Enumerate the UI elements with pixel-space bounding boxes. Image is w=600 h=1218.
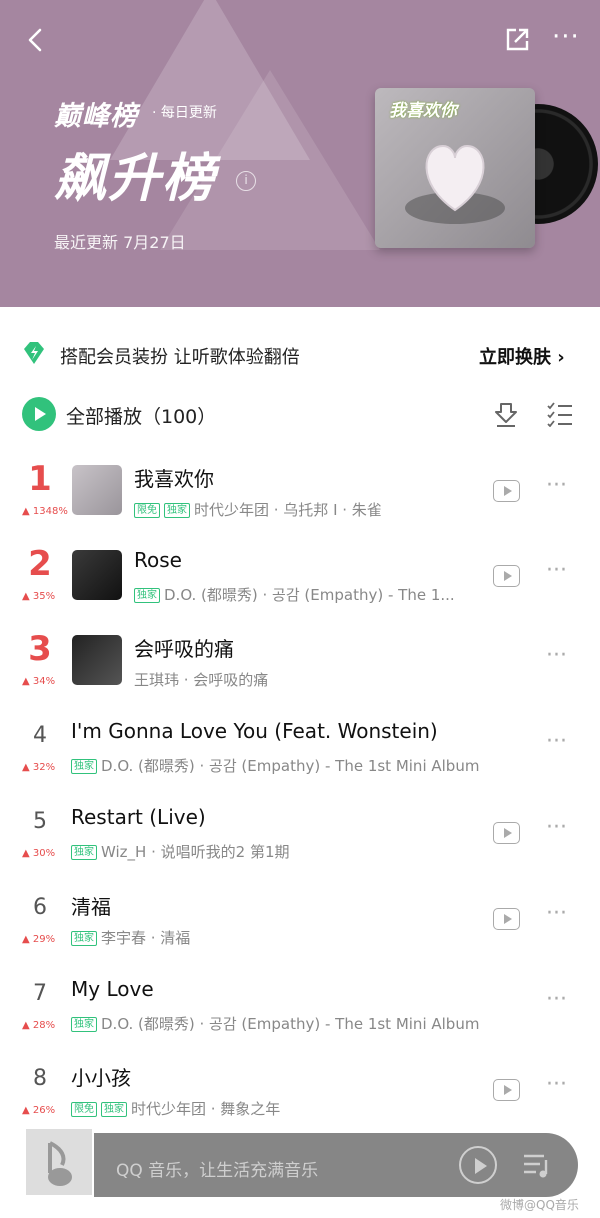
- song-title[interactable]: 小小孩: [71, 1062, 131, 1091]
- music-note-icon: [48, 1141, 72, 1186]
- song-title[interactable]: 清福: [71, 891, 111, 920]
- artist-album: 李宇春 · 清福: [101, 929, 191, 947]
- song-row[interactable]: 5 ▲ 30% Restart (Live) 独家 Wiz_H · 说唱听我的2 第1期…: [0, 805, 600, 891]
- chart-cover[interactable]: 我喜欢你: [375, 88, 535, 248]
- song-rank: 2: [28, 544, 52, 584]
- artist-album: 王琪玮 · 会呼吸的痛: [134, 671, 269, 689]
- song-rank: 8: [33, 1066, 47, 1091]
- info-icon[interactable]: i: [236, 171, 256, 191]
- trend-up-label: ▲ 35%: [22, 591, 56, 602]
- trend-up-label: ▲ 29%: [22, 934, 56, 945]
- green-gem-icon: [24, 342, 44, 364]
- song-meta: 限免 独家 时代少年团 · 舞象之年: [71, 1098, 280, 1119]
- more-options-icon[interactable]: ···: [546, 817, 576, 839]
- daily-update-label: · 每日更新: [152, 105, 217, 121]
- play-icon[interactable]: [459, 1146, 497, 1184]
- song-row[interactable]: 2 ▲ 35% Rose 独家 D.O. (都暻秀) · 공감 (Empathy) - …: [0, 544, 600, 634]
- song-title[interactable]: 会呼吸的痛: [134, 633, 234, 662]
- more-options-icon[interactable]: ···: [546, 903, 576, 925]
- change-skin-link[interactable]: 立即换肤 ›: [479, 343, 565, 369]
- multi-select-icon[interactable]: [546, 401, 574, 427]
- song-rank: 4: [33, 723, 47, 748]
- song-tag: 独家: [101, 1102, 127, 1117]
- artist-album: D.O. (都暻秀) · 공감 (Empathy) - The 1...: [164, 586, 455, 604]
- more-icon[interactable]: ···: [552, 24, 588, 52]
- song-tag: 限免: [71, 1102, 97, 1117]
- more-options-icon[interactable]: ···: [546, 560, 576, 582]
- song-tag: 独家: [71, 759, 97, 774]
- song-meta: 王琪玮 · 会呼吸的痛: [134, 669, 268, 690]
- page-title: 飙升榜: [54, 149, 217, 209]
- song-meta: 限免 独家 时代少年团 · 乌托邦 I · 朱雀: [134, 499, 382, 520]
- updated-date: 最近更新 7月27日: [54, 233, 186, 252]
- song-rank: 6: [33, 895, 47, 920]
- artist-album: Wiz_H · 说唱听我的2 第1期: [101, 843, 290, 861]
- play-circle-icon[interactable]: [22, 397, 56, 431]
- playlist-icon[interactable]: [522, 1152, 552, 1178]
- heart-icon: [405, 144, 505, 224]
- promo-text: 搭配会员装扮 让听歌体验翻倍: [60, 347, 300, 368]
- song-rank: 7: [33, 981, 47, 1006]
- more-options-icon[interactable]: ···: [546, 731, 576, 753]
- trend-up-label: ▲ 28%: [22, 1020, 56, 1031]
- song-tag: 独家: [71, 931, 97, 946]
- share-icon[interactable]: [503, 26, 531, 54]
- song-row[interactable]: 1 ▲ 1348% 我喜欢你限免 独家 时代少年团 · 乌托邦 I · 朱雀 ···: [0, 459, 600, 549]
- album-thumbnail[interactable]: [72, 550, 122, 600]
- song-meta: 独家 李宇春 · 清福: [71, 927, 190, 948]
- back-arrow-icon[interactable]: [22, 26, 50, 54]
- download-icon[interactable]: [492, 400, 520, 428]
- trend-up-label: ▲ 26%: [22, 1105, 56, 1116]
- song-meta: 独家 Wiz_H · 说唱听我的2 第1期: [71, 841, 289, 862]
- watermark: 微博@QQ音乐: [500, 1198, 579, 1212]
- mv-play-icon[interactable]: [493, 480, 520, 502]
- song-row[interactable]: 3 ▲ 34% 会呼吸的痛王琪玮 · 会呼吸的痛 ···: [0, 629, 600, 719]
- song-meta: 独家 D.O. (都暻秀) · 공감 (Empathy) - The 1...: [134, 584, 455, 605]
- song-tag: 独家: [134, 588, 160, 603]
- brand-label: 巅峰榜: [54, 101, 138, 132]
- play-all-button[interactable]: 全部播放（100）: [66, 402, 216, 429]
- player-slogan: QQ 音乐，让生活充满音乐: [116, 1161, 319, 1181]
- mv-play-icon[interactable]: [493, 908, 520, 930]
- artist-album: 时代少年团 · 舞象之年: [131, 1100, 281, 1118]
- artist-album: D.O. (都暻秀) · 공감 (Empathy) - The 1st Mini…: [101, 1015, 480, 1033]
- mv-play-icon[interactable]: [493, 822, 520, 844]
- song-tag: 独家: [164, 503, 190, 518]
- more-options-icon[interactable]: ···: [546, 1074, 576, 1096]
- artist-album: 时代少年团 · 乌托邦 I · 朱雀: [194, 501, 382, 519]
- more-options-icon[interactable]: ···: [546, 989, 576, 1011]
- song-title[interactable]: My Love: [71, 977, 154, 1001]
- song-row[interactable]: 6 ▲ 29% 清福独家 李宇春 · 清福 ···: [0, 891, 600, 977]
- artist-album: D.O. (都暻秀) · 공감 (Empathy) - The 1st Mini…: [101, 757, 480, 775]
- trend-up-label: ▲ 1348%: [22, 506, 68, 517]
- song-tag: 限免: [134, 503, 160, 518]
- song-rank: 5: [33, 809, 47, 834]
- song-title[interactable]: Rose: [134, 548, 182, 572]
- song-row[interactable]: 7 ▲ 28% My Love 独家 D.O. (都暻秀) · 공감 (Empathy)…: [0, 977, 600, 1063]
- song-rank: 1: [28, 459, 52, 499]
- song-meta: 独家 D.O. (都暻秀) · 공감 (Empathy) - The 1st Mi…: [71, 1013, 479, 1034]
- song-tag: 独家: [71, 845, 97, 860]
- more-options-icon[interactable]: ···: [546, 475, 576, 497]
- song-meta: 独家 D.O. (都暻秀) · 공감 (Empathy) - The 1st Mi…: [71, 755, 479, 776]
- mv-play-icon[interactable]: [493, 565, 520, 587]
- song-title[interactable]: I'm Gonna Love You (Feat. Wonstein): [71, 719, 438, 743]
- player-artwork[interactable]: [24, 1127, 94, 1197]
- trend-up-label: ▲ 34%: [22, 676, 56, 687]
- song-title[interactable]: Restart (Live): [71, 805, 206, 829]
- song-tag: 独家: [71, 1017, 97, 1032]
- song-title[interactable]: 我喜欢你: [134, 463, 214, 492]
- more-options-icon[interactable]: ···: [546, 645, 576, 667]
- trend-up-label: ▲ 32%: [22, 762, 56, 773]
- trend-up-label: ▲ 30%: [22, 848, 56, 859]
- album-thumbnail[interactable]: [72, 635, 122, 685]
- song-rank: 3: [28, 629, 52, 669]
- song-row[interactable]: 4 ▲ 32% I'm Gonna Love You (Feat. Wonstein…: [0, 719, 600, 805]
- album-thumbnail[interactable]: [72, 465, 122, 515]
- mv-play-icon[interactable]: [493, 1079, 520, 1101]
